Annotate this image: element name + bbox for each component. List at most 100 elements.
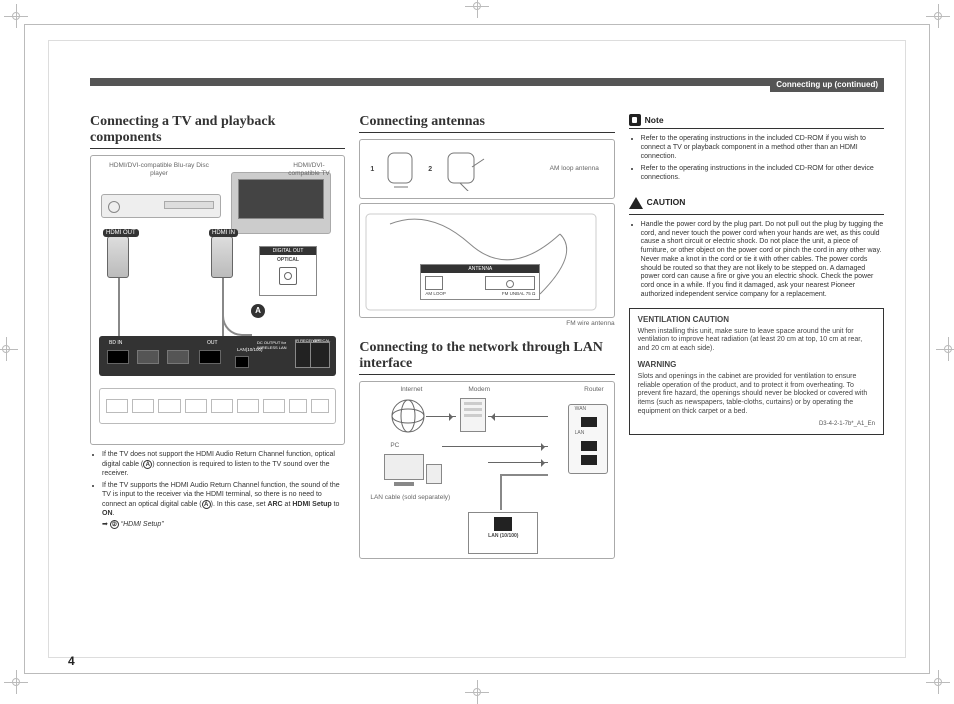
caution-heading-text: CAUTION: [647, 197, 686, 207]
out-port-label: OUT: [207, 340, 218, 346]
ventilation-box: VENTILATION CAUTION When installing this…: [629, 308, 884, 436]
step-badge: ②: [110, 520, 119, 529]
hdmi-out-label: HDMI OUT: [103, 229, 139, 237]
antenna-connection-diagram: ANTENNA AM LOOP FM UNBAL 75 Ω: [359, 203, 614, 318]
pc-label: PC: [390, 442, 399, 449]
antenna-wires-icon: [360, 204, 613, 317]
lan-label: LAN: [575, 431, 585, 437]
hdmi-in-label: HDMI IN: [209, 229, 238, 237]
note-icon: [629, 114, 641, 126]
crop-mark: [465, 680, 489, 704]
list-item: Handle the power cord by the plug part. …: [641, 221, 884, 300]
fm-port-label: FM UNBAL 75 Ω: [502, 291, 535, 296]
note-text: to: [332, 501, 340, 508]
bluray-label: HDMI/DVI-compatible Blu-ray Disc player: [109, 162, 209, 177]
receiver-lan-panel: LAN (10/100): [468, 512, 538, 554]
warning-heading: WARNING: [638, 360, 875, 370]
modem-icon: [460, 398, 486, 432]
bdin-label: BD IN: [109, 340, 122, 346]
list-item: Refer to the operating instructions in t…: [641, 135, 884, 161]
arrow-icon: [442, 446, 548, 447]
modem-label: Modem: [468, 386, 490, 393]
column-1: Connecting a TV and playback components …: [90, 114, 345, 559]
step-2: 2: [428, 166, 432, 173]
ventilation-heading: VENTILATION CAUTION: [638, 315, 875, 325]
crop-mark: [936, 337, 954, 361]
am-loop-step1-icon: [384, 147, 418, 191]
am-loop-label: AM loop antenna: [550, 165, 610, 172]
arrow-icon: [488, 416, 548, 417]
optical-port-icon: [279, 267, 297, 285]
warning-body: Slots and openings in the cabinet are pr…: [638, 373, 875, 417]
disc-tray-icon: [108, 201, 120, 213]
receiver-lan-label: LAN (10/100): [469, 533, 537, 539]
page-number: 4: [68, 654, 75, 668]
header-tab: Connecting up (continued): [770, 78, 884, 92]
column-3: Note Refer to the operating instructions…: [629, 114, 884, 559]
antenna-terminal-panel: ANTENNA AM LOOP FM UNBAL 75 Ω: [420, 264, 540, 300]
hdmi-port-icon: [107, 350, 129, 364]
note-text: ). In this case, set: [211, 501, 268, 508]
fm-terminal-icon: [485, 276, 535, 290]
cable-icon: [500, 474, 548, 476]
note-heading-text: Note: [645, 115, 664, 125]
bluray-player-icon: [101, 194, 221, 218]
note-text: .: [113, 510, 115, 517]
badge-a: A: [251, 304, 265, 318]
receiver-backpanel-light: [99, 388, 336, 424]
badge-a-inline: A: [143, 460, 152, 469]
tv-connection-diagram: HDMI/DVI-compatible Blu-ray Disc player …: [90, 155, 345, 445]
router-port-icon: [581, 417, 597, 427]
am-loop-port-label: AM LOOP: [425, 291, 446, 296]
on-label: ON: [102, 510, 113, 517]
hdmi-port-icon: [167, 350, 189, 364]
hdmi-setup-label: HDMI Setup: [292, 501, 331, 508]
hdmi-connector-icon: [107, 236, 129, 278]
tv-notes-list: If the TV does not support the HDMI Audi…: [90, 451, 345, 530]
cable-icon: [118, 278, 120, 336]
router-label: Router: [584, 386, 604, 393]
cable-curve-icon: [222, 306, 252, 336]
header-rule: Connecting up (continued): [90, 78, 884, 86]
digital-out-box: DIGITAL OUT OPTICAL: [259, 246, 317, 296]
hdmi-connector-icon: [211, 236, 233, 278]
tv-icon: [231, 172, 331, 234]
ventilation-body: When installing this unit, make sure to …: [638, 328, 875, 354]
caution-heading: CAUTION: [629, 193, 884, 215]
router-icon: WAN LAN: [568, 404, 608, 474]
list-item: If the TV supports the HDMI Audio Return…: [102, 482, 345, 530]
arrow-icon: [426, 416, 456, 417]
caution-list: Handle the power cord by the plug part. …: [629, 221, 884, 300]
lan-port-icon: [494, 517, 512, 531]
dcout-label: DC OUTPUT for WIRELESS LAN: [257, 340, 297, 350]
internet-label: Internet: [400, 386, 422, 393]
digital-out-label: DIGITAL OUT: [260, 247, 316, 255]
note-heading: Note: [629, 114, 884, 129]
lan-connection-diagram: Internet Modem Router PC WA: [359, 381, 614, 559]
fm-wire-label: FM wire antenna: [359, 320, 614, 327]
tv-label: HDMI/DVI-compatible TV: [279, 162, 339, 177]
note-text: at: [283, 501, 293, 508]
note-list: Refer to the operating instructions in t…: [629, 135, 884, 183]
crop-mark: [0, 337, 18, 361]
hdmi-port-icon: [199, 350, 221, 364]
heading-connect-tv: Connecting a TV and playback components: [90, 114, 345, 149]
am-terminal-icon: [425, 276, 443, 290]
hdmi-port-icon: [137, 350, 159, 364]
step-1: 1: [370, 166, 374, 173]
doc-code: D3-4-2-1-7b*_A1_En: [638, 421, 875, 429]
hdmi-setup-ref: “HDMI Setup”: [121, 521, 164, 528]
receiver-backpanel-dark: BD IN OUT LAN(10/100) DC OUTPUT for WIRE…: [99, 336, 336, 376]
globe-icon: [390, 398, 426, 434]
am-loop-step2-icon: [442, 147, 486, 191]
optical-label-panel: OPTICAL: [313, 338, 330, 343]
heading-antennas: Connecting antennas: [359, 114, 614, 133]
caution-icon: [629, 190, 643, 209]
player-panel-icon: [164, 201, 214, 209]
lan-cable-label: LAN cable (sold separately): [370, 494, 450, 501]
antenna-title: ANTENNA: [421, 265, 539, 273]
antenna-steps-diagram: 1 2 AM loop antenna: [359, 139, 614, 199]
list-item: Refer to the operating instructions in t…: [641, 165, 884, 183]
column-2: Connecting antennas 1 2 AM loop antenna …: [359, 114, 614, 559]
router-port-icon: [581, 441, 597, 451]
